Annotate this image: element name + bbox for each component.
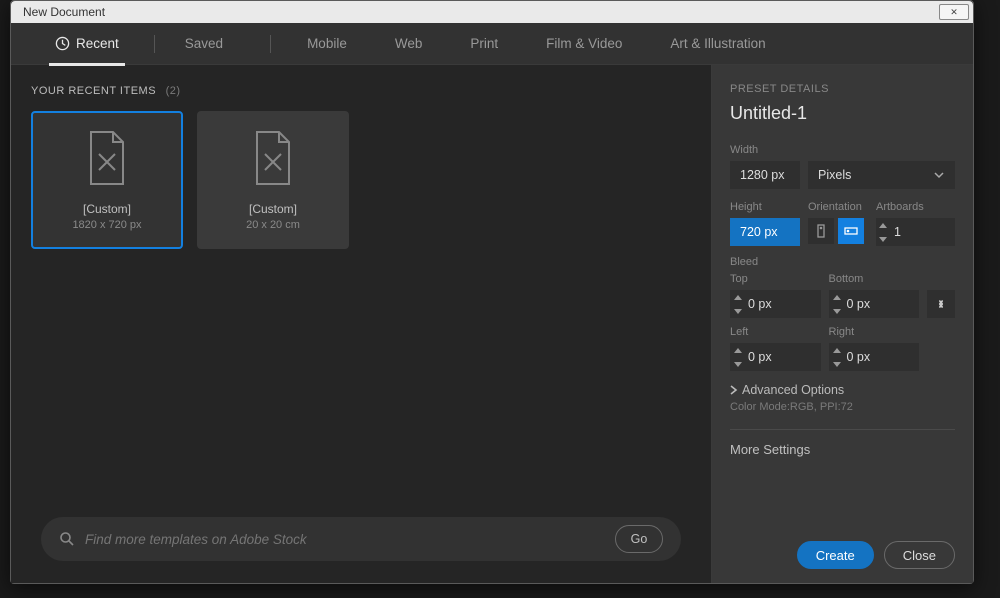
units-dropdown[interactable]: Pixels bbox=[808, 161, 955, 189]
chevron-up-icon bbox=[879, 223, 887, 228]
orientation-group bbox=[808, 218, 868, 244]
tab-mobile[interactable]: Mobile bbox=[283, 23, 371, 65]
bleed-right-label: Right bbox=[829, 326, 920, 338]
orientation-portrait[interactable] bbox=[808, 218, 834, 244]
bleed-top-input[interactable] bbox=[746, 297, 796, 311]
chevron-up-icon bbox=[833, 348, 841, 353]
chevron-down-icon bbox=[734, 362, 742, 367]
tab-label: Print bbox=[470, 36, 498, 51]
window-title: New Document bbox=[15, 5, 105, 19]
document-icon bbox=[251, 130, 295, 186]
bleed-left-label: Left bbox=[730, 326, 821, 338]
go-label: Go bbox=[631, 532, 648, 546]
link-bleed-button[interactable] bbox=[927, 290, 955, 318]
more-settings-link[interactable]: More Settings bbox=[730, 442, 955, 457]
heading-text: YOUR RECENT ITEMS bbox=[31, 85, 156, 97]
portrait-icon bbox=[814, 224, 828, 238]
close-button[interactable]: Close bbox=[884, 541, 955, 569]
tab-recent[interactable]: Recent bbox=[31, 23, 143, 65]
orientation-label: Orientation bbox=[808, 201, 868, 213]
document-icon bbox=[85, 130, 129, 186]
tab-label: Web bbox=[395, 36, 423, 51]
color-mode-summary: Color Mode:RGB, PPI:72 bbox=[730, 401, 955, 413]
card-name: [Custom] bbox=[249, 202, 297, 216]
chevron-up-icon bbox=[734, 348, 742, 353]
bleed-bottom-label: Bottom bbox=[829, 273, 920, 285]
tab-label: Film & Video bbox=[546, 36, 622, 51]
new-document-window: New Document ✕ Recent Saved Mobile Web P… bbox=[10, 0, 974, 584]
preset-details-panel: PRESET DETAILS Untitled-1 Width Pixels H… bbox=[711, 65, 973, 583]
bleed-left-input[interactable] bbox=[746, 350, 796, 364]
height-label: Height bbox=[730, 201, 800, 213]
preset-card[interactable]: [Custom] 20 x 20 cm bbox=[197, 111, 349, 249]
advanced-options-toggle[interactable]: Advanced Options bbox=[730, 383, 955, 397]
chevron-right-icon bbox=[730, 385, 738, 395]
orientation-landscape[interactable] bbox=[838, 218, 864, 244]
width-input[interactable] bbox=[730, 161, 800, 189]
tab-art-illustration[interactable]: Art & Illustration bbox=[646, 23, 789, 65]
bleed-right-input[interactable] bbox=[845, 350, 895, 364]
card-size: 1820 x 720 px bbox=[72, 219, 141, 231]
create-label: Create bbox=[816, 548, 855, 563]
close-icon: ✕ bbox=[950, 7, 958, 18]
chevron-down-icon bbox=[734, 309, 742, 314]
advanced-options-label: Advanced Options bbox=[742, 383, 844, 397]
recent-items-heading: YOUR RECENT ITEMS (2) bbox=[31, 85, 691, 97]
tab-label: Saved bbox=[185, 36, 223, 51]
bleed-label: Bleed bbox=[730, 256, 955, 268]
tab-saved[interactable]: Saved bbox=[161, 23, 247, 65]
artboards-input[interactable] bbox=[890, 225, 926, 239]
tab-separator bbox=[154, 35, 155, 53]
go-button[interactable]: Go bbox=[615, 525, 663, 553]
chevron-down-icon bbox=[833, 309, 841, 314]
card-name: [Custom] bbox=[83, 202, 131, 216]
artboards-label: Artboards bbox=[876, 201, 955, 213]
tab-label: Mobile bbox=[307, 36, 347, 51]
bleed-top-label: Top bbox=[730, 273, 821, 285]
bleed-bottom-input[interactable] bbox=[845, 297, 895, 311]
document-name[interactable]: Untitled-1 bbox=[730, 103, 955, 124]
width-label: Width bbox=[730, 144, 955, 156]
chevron-up-icon bbox=[833, 295, 841, 300]
units-value: Pixels bbox=[818, 168, 851, 182]
artboards-stepper[interactable] bbox=[876, 218, 955, 246]
tab-label: Recent bbox=[76, 36, 119, 51]
template-search-bar: Go bbox=[41, 517, 681, 561]
heading-count: (2) bbox=[166, 85, 181, 97]
tab-film-video[interactable]: Film & Video bbox=[522, 23, 646, 65]
card-size: 20 x 20 cm bbox=[246, 219, 300, 231]
link-icon bbox=[934, 297, 948, 311]
template-search-input[interactable] bbox=[85, 532, 615, 547]
create-button[interactable]: Create bbox=[797, 541, 874, 569]
window-body: Recent Saved Mobile Web Print Film & Vid… bbox=[11, 23, 973, 583]
tab-print[interactable]: Print bbox=[446, 23, 522, 65]
main-area: YOUR RECENT ITEMS (2) [Custom] 1820 x 72… bbox=[11, 65, 973, 583]
preset-cards: [Custom] 1820 x 720 px [Custom] 20 x 20 … bbox=[31, 111, 691, 249]
title-bar: New Document ✕ bbox=[11, 1, 973, 23]
height-input[interactable] bbox=[730, 218, 800, 246]
recent-items-panel: YOUR RECENT ITEMS (2) [Custom] 1820 x 72… bbox=[11, 65, 711, 583]
bleed-top-stepper[interactable] bbox=[730, 290, 821, 318]
close-label: Close bbox=[903, 548, 936, 563]
window-close-button[interactable]: ✕ bbox=[939, 4, 969, 20]
chevron-down-icon bbox=[879, 237, 887, 242]
chevron-up-icon bbox=[734, 295, 742, 300]
bleed-bottom-stepper[interactable] bbox=[829, 290, 920, 318]
preset-details-label: PRESET DETAILS bbox=[730, 83, 955, 95]
chevron-down-icon bbox=[933, 169, 945, 181]
divider bbox=[730, 429, 955, 430]
tab-label: Art & Illustration bbox=[670, 36, 765, 51]
tab-web[interactable]: Web bbox=[371, 23, 447, 65]
search-icon bbox=[59, 531, 75, 547]
bleed-left-stepper[interactable] bbox=[730, 343, 821, 371]
tab-separator bbox=[270, 35, 271, 53]
chevron-down-icon bbox=[833, 362, 841, 367]
landscape-icon bbox=[844, 224, 858, 238]
bleed-right-stepper[interactable] bbox=[829, 343, 920, 371]
dialog-buttons: Create Close bbox=[797, 541, 955, 569]
preset-card[interactable]: [Custom] 1820 x 720 px bbox=[31, 111, 183, 249]
clock-icon bbox=[55, 36, 70, 51]
category-tabs: Recent Saved Mobile Web Print Film & Vid… bbox=[11, 23, 973, 65]
